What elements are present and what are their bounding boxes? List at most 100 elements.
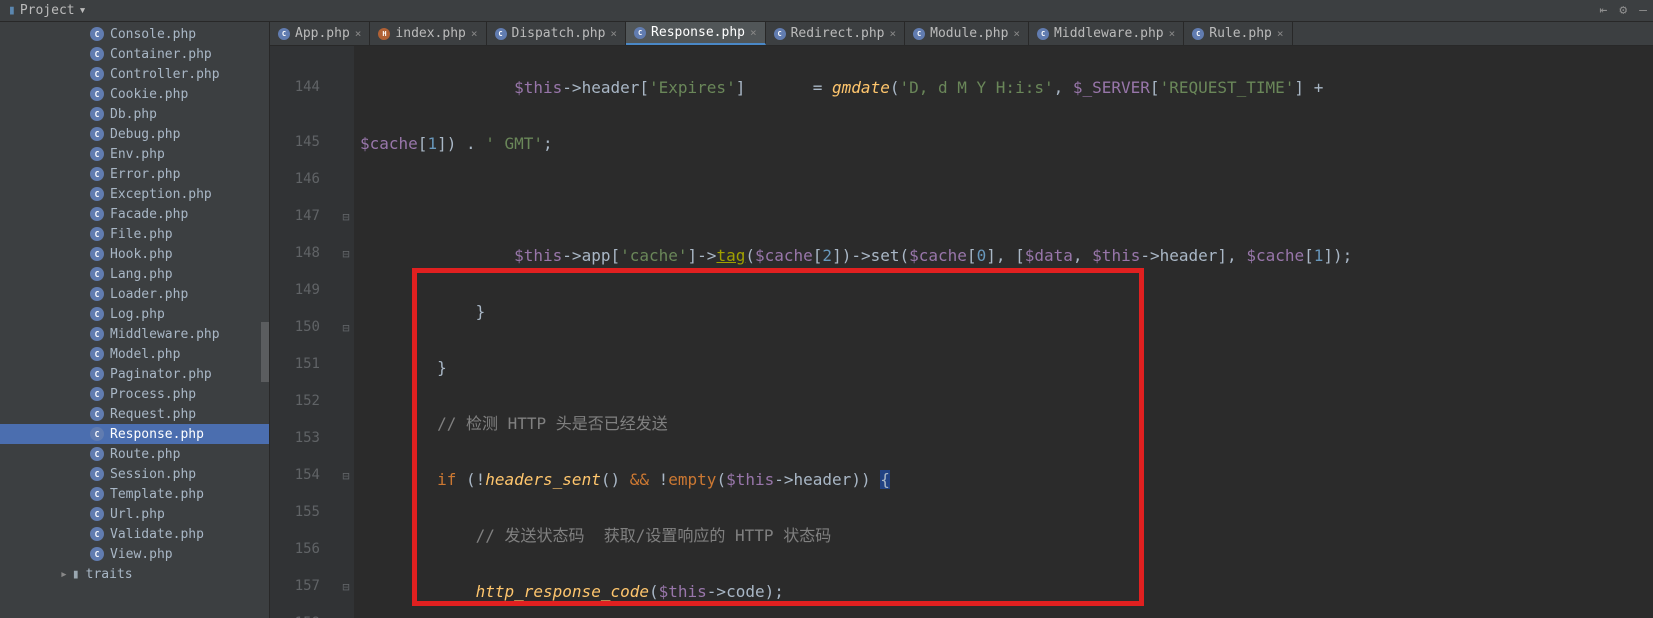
line-number: 147 bbox=[270, 198, 338, 235]
tab-module-php[interactable]: CModule.php× bbox=[905, 22, 1029, 45]
code-line: // 发送状态码 获取/设置响应的 HTTP 状态码 bbox=[360, 517, 1653, 554]
tree-file-process-php[interactable]: C Process.php bbox=[0, 384, 269, 404]
tree-folder-label: traits bbox=[86, 567, 133, 582]
line-number: 148 bbox=[270, 235, 338, 272]
tree-file-middleware-php[interactable]: CMiddleware.php bbox=[0, 324, 269, 344]
code-line: if (!headers_sent() && !empty($this->hea… bbox=[360, 461, 1653, 498]
tree-file-response-php[interactable]: CResponse.php bbox=[0, 424, 269, 444]
fold-marker[interactable]: ⊟ bbox=[338, 605, 354, 618]
tab-index-php[interactable]: Hindex.php× bbox=[370, 22, 486, 45]
code-content[interactable]: $this->header['Expires'] = gmdate('D, d … bbox=[354, 46, 1653, 618]
tree-file-exception-php[interactable]: CException.php bbox=[0, 184, 269, 204]
hide-icon[interactable]: — bbox=[1633, 3, 1653, 18]
fold-toggle-icon[interactable]: ⊟ bbox=[342, 580, 349, 594]
tree-file-lang-php[interactable]: CLang.php bbox=[0, 264, 269, 284]
tree-file-facade-php[interactable]: CFacade.php bbox=[0, 204, 269, 224]
php-file-icon: C bbox=[90, 387, 104, 401]
fold-marker bbox=[338, 346, 354, 383]
fold-toggle-icon[interactable]: ⊟ bbox=[342, 247, 349, 261]
close-icon[interactable]: × bbox=[750, 26, 757, 39]
php-file-icon: C bbox=[90, 427, 104, 441]
close-icon[interactable]: × bbox=[471, 27, 478, 40]
tree-file-url-php[interactable]: CUrl.php bbox=[0, 504, 269, 524]
fold-column: ⊟ ⊟ ⊟ ⊟ ⊟ ⊟ bbox=[338, 46, 354, 618]
tab-dispatch-php[interactable]: CDispatch.php× bbox=[487, 22, 627, 45]
close-icon[interactable]: × bbox=[1277, 27, 1284, 40]
tree-file-db-php[interactable]: CDb.php bbox=[0, 104, 269, 124]
php-file-icon: C bbox=[1037, 28, 1049, 40]
collapse-icon[interactable]: ⇤ bbox=[1594, 3, 1614, 18]
tree-file-label: Template.php bbox=[110, 487, 204, 502]
tree-file-label: Console.php bbox=[110, 27, 196, 42]
php-file-icon: C bbox=[1192, 28, 1204, 40]
close-icon[interactable]: × bbox=[1169, 27, 1176, 40]
fold-toggle-icon[interactable]: ⊟ bbox=[342, 469, 349, 483]
tree-file-paginator-php[interactable]: CPaginator.php bbox=[0, 364, 269, 384]
tree-file-cookie-php[interactable]: CCookie.php bbox=[0, 84, 269, 104]
tab-label: index.php bbox=[395, 26, 465, 41]
tab-middleware-php[interactable]: CMiddleware.php× bbox=[1029, 22, 1184, 45]
code-line: } bbox=[360, 293, 1653, 330]
tree-file-loader-php[interactable]: CLoader.php bbox=[0, 284, 269, 304]
fold-marker[interactable]: ⊟ bbox=[338, 309, 354, 346]
fold-toggle-icon[interactable]: ⊟ bbox=[342, 321, 349, 335]
close-icon[interactable]: × bbox=[1013, 27, 1020, 40]
php-file-icon: C bbox=[90, 347, 104, 361]
tree-file-log-php[interactable]: CLog.php bbox=[0, 304, 269, 324]
line-number: 150 bbox=[270, 309, 338, 346]
gear-icon[interactable]: ⚙ bbox=[1613, 3, 1633, 18]
sidebar-scrollbar[interactable] bbox=[261, 322, 269, 382]
tree-file-label: Log.php bbox=[110, 307, 165, 322]
tree-file-label: Validate.php bbox=[110, 527, 204, 542]
close-icon[interactable]: × bbox=[610, 27, 617, 40]
tab-rule-php[interactable]: CRule.php× bbox=[1184, 22, 1292, 45]
tree-file-label: Route.php bbox=[110, 447, 180, 462]
line-number: 154 bbox=[270, 457, 338, 494]
php-file-icon: C bbox=[90, 367, 104, 381]
tree-file-console-php[interactable]: CConsole.php bbox=[0, 24, 269, 44]
tree-file-container-php[interactable]: CContainer.php bbox=[0, 44, 269, 64]
tree-folder-traits[interactable]: ▸▮traits bbox=[0, 564, 269, 584]
tree-file-label: Process.php bbox=[110, 387, 196, 402]
php-file-icon: C bbox=[90, 107, 104, 121]
tree-file-label: Controller.php bbox=[110, 67, 220, 82]
project-dropdown[interactable]: ▮ Project ▾ bbox=[0, 3, 94, 18]
tree-file-validate-php[interactable]: CValidate.php bbox=[0, 524, 269, 544]
line-number: 152 bbox=[270, 383, 338, 420]
tree-file-label: Facade.php bbox=[110, 207, 188, 222]
tab-redirect-php[interactable]: CRedirect.php× bbox=[766, 22, 906, 45]
tree-file-env-php[interactable]: CEnv.php bbox=[0, 144, 269, 164]
tree-file-hook-php[interactable]: CHook.php bbox=[0, 244, 269, 264]
php-file-icon: C bbox=[90, 287, 104, 301]
tree-file-view-php[interactable]: CView.php bbox=[0, 544, 269, 564]
tree-file-template-php[interactable]: CTemplate.php bbox=[0, 484, 269, 504]
tree-file-file-php[interactable]: CFile.php bbox=[0, 224, 269, 244]
fold-marker bbox=[338, 383, 354, 420]
tree-file-model-php[interactable]: CModel.php bbox=[0, 344, 269, 364]
fold-marker[interactable]: ⊟ bbox=[338, 198, 354, 235]
php-file-icon: C bbox=[90, 467, 104, 481]
fold-marker[interactable]: ⊟ bbox=[338, 568, 354, 605]
code-line: $this->app['cache']->tag($cache[2])->set… bbox=[360, 237, 1653, 274]
code-line bbox=[360, 181, 1653, 218]
close-icon[interactable]: × bbox=[890, 27, 897, 40]
line-number: 146 bbox=[270, 161, 338, 198]
fold-marker[interactable]: ⊟ bbox=[338, 235, 354, 272]
tree-file-error-php[interactable]: CError.php bbox=[0, 164, 269, 184]
fold-toggle-icon[interactable]: ⊟ bbox=[342, 210, 349, 224]
php-file-icon: C bbox=[774, 28, 786, 40]
line-number-gutter: 1441451461471481491501511521531541551561… bbox=[270, 46, 338, 618]
close-icon[interactable]: × bbox=[355, 27, 362, 40]
tree-file-controller-php[interactable]: CController.php bbox=[0, 64, 269, 84]
php-file-icon: C bbox=[90, 247, 104, 261]
tree-file-label: Middleware.php bbox=[110, 327, 220, 342]
fold-marker[interactable]: ⊟ bbox=[338, 457, 354, 494]
line-number: 149 bbox=[270, 272, 338, 309]
tab-app-php[interactable]: CApp.php× bbox=[270, 22, 370, 45]
tree-file-request-php[interactable]: CRequest.php bbox=[0, 404, 269, 424]
tree-file-session-php[interactable]: CSession.php bbox=[0, 464, 269, 484]
project-tree-sidebar[interactable]: CConsole.phpCContainer.phpCController.ph… bbox=[0, 22, 270, 618]
tab-response-php[interactable]: CResponse.php× bbox=[626, 22, 766, 45]
tree-file-route-php[interactable]: CRoute.php bbox=[0, 444, 269, 464]
tree-file-debug-php[interactable]: CDebug.php bbox=[0, 124, 269, 144]
